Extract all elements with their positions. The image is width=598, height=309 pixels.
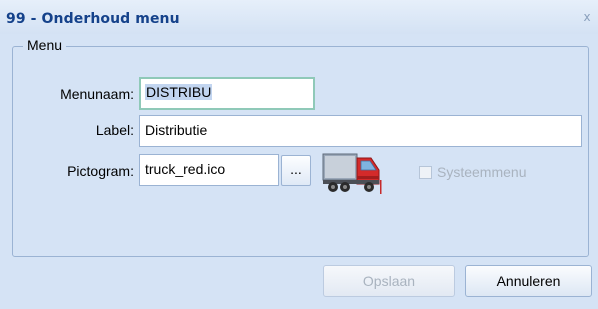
menunaam-value: DISTRIBU (145, 84, 213, 100)
title-bar[interactable]: 99 - Onderhoud menu x (0, 0, 598, 34)
close-icon[interactable]: x (580, 10, 594, 24)
pictogram-label: Pictogram: (67, 163, 134, 179)
label-label: Label: (95, 122, 134, 138)
cancel-button[interactable]: Annuleren (465, 265, 592, 297)
systeemmenu-checkbox-box[interactable] (419, 166, 432, 179)
browse-button[interactable]: ... (281, 155, 311, 186)
truck-icon (322, 153, 382, 194)
window-title: 99 - Onderhoud menu (6, 11, 180, 27)
label-input[interactable]: Distributie (139, 115, 582, 147)
systeemmenu-label: Systeemmenu (437, 164, 527, 180)
pictogram-input[interactable]: truck_red.ico (139, 154, 279, 186)
save-button[interactable]: Opslaan (323, 265, 455, 297)
dialog-window: 99 - Onderhoud menu x Menu Menunaam: DIS… (0, 0, 598, 309)
groupbox-legend: Menu (23, 37, 67, 53)
menunaam-input[interactable]: DISTRIBU (139, 77, 315, 110)
menunaam-label: Menunaam: (60, 86, 134, 102)
